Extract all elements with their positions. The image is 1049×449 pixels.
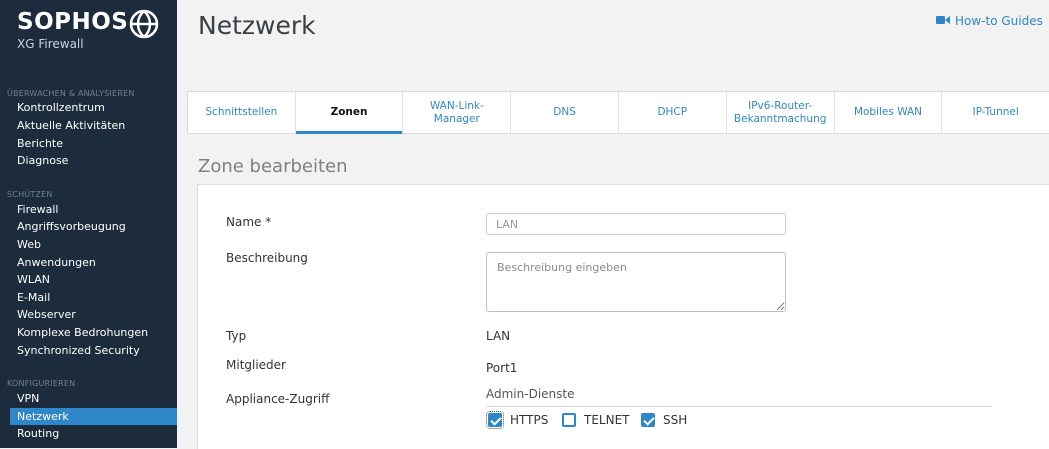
- admin-services-label: Admin-Dienste: [486, 387, 575, 401]
- tab-schnittstellen[interactable]: Schnittstellen: [188, 92, 296, 133]
- sidebar-item-angriffsvorbeugung[interactable]: Angriffsvorbeugung: [0, 218, 177, 235]
- tab-dns[interactable]: DNS: [511, 92, 619, 133]
- sidebar-item-komplexe-bedrohungen[interactable]: Komplexe Bedrohungen: [0, 324, 177, 341]
- tab-ip-tunnel[interactable]: IP-Tunnel: [942, 92, 1049, 133]
- howto-guides-link[interactable]: How-to Guides: [936, 14, 1043, 28]
- sidebar-item-email[interactable]: E-Mail: [0, 289, 177, 306]
- sidebar-item-anwendungen[interactable]: Anwendungen: [0, 254, 177, 271]
- type-label: Typ: [226, 329, 247, 343]
- tab-ipv6-router-bekanntmachung[interactable]: IPv6-Router-Bekanntmachung: [727, 92, 835, 133]
- telnet-checkbox-row[interactable]: TELNET: [562, 413, 630, 427]
- howto-guides-label: How-to Guides: [955, 14, 1043, 28]
- tab-bar: Schnittstellen Zonen WAN-Link-Manager DN…: [187, 91, 1049, 134]
- page-title: Netzwerk: [198, 11, 316, 40]
- description-field[interactable]: [486, 252, 786, 312]
- members-label: Mitglieder: [226, 358, 286, 372]
- sidebar-item-diagnose[interactable]: Diagnose: [0, 152, 177, 169]
- nav-section-configure: KONFIGURIEREN: [7, 379, 76, 388]
- sidebar-item-netzwerk[interactable]: Netzwerk: [10, 408, 177, 425]
- nav-section-monitor: ÜBERWACHEN & ANALYSIEREN: [7, 89, 135, 98]
- video-camera-icon: [936, 14, 950, 28]
- ssh-label: SSH: [663, 413, 688, 427]
- sidebar-item-web[interactable]: Web: [0, 236, 177, 253]
- brand-name: SOPHOS: [17, 9, 129, 35]
- sidebar-item-firewall[interactable]: Firewall: [0, 201, 177, 218]
- tab-zonen[interactable]: Zonen: [295, 92, 404, 134]
- sidebar-item-vpn[interactable]: VPN: [0, 390, 177, 407]
- name-label: Name *: [226, 215, 272, 229]
- section-title: Zone bearbeiten: [198, 156, 348, 177]
- sidebar-item-aktuelle-aktivitaeten[interactable]: Aktuelle Aktivitäten: [0, 117, 177, 134]
- ssh-checkbox-row[interactable]: SSH: [641, 413, 687, 427]
- brand-product: XG Firewall: [17, 37, 84, 51]
- globe-icon: [128, 8, 160, 44]
- zone-edit-form: Name * Beschreibung Typ LAN Mitglieder P…: [197, 184, 1049, 449]
- sidebar-item-berichte[interactable]: Berichte: [0, 135, 177, 152]
- nav-section-protect: SCHÜTZEN: [7, 190, 53, 199]
- name-field[interactable]: [486, 213, 786, 235]
- telnet-label: TELNET: [584, 413, 630, 427]
- description-label: Beschreibung: [226, 251, 308, 265]
- appliance-access-label: Appliance-Zugriff: [226, 392, 330, 406]
- tab-wan-link-manager[interactable]: WAN-Link-Manager: [403, 92, 512, 133]
- sidebar-item-routing[interactable]: Routing: [0, 425, 177, 442]
- telnet-checkbox[interactable]: [562, 413, 576, 427]
- sidebar-item-wlan[interactable]: WLAN: [0, 271, 177, 288]
- sidebar-item-kontrollzentrum[interactable]: Kontrollzentrum: [0, 99, 177, 116]
- https-checkbox[interactable]: [486, 411, 504, 429]
- brand-logo: SOPHOS XG Firewall: [17, 9, 128, 51]
- divider: [486, 406, 992, 407]
- tab-mobiles-wan[interactable]: Mobiles WAN: [835, 92, 943, 133]
- https-label: HTTPS: [510, 413, 549, 427]
- type-value: LAN: [486, 329, 511, 343]
- ssh-checkbox[interactable]: [641, 413, 655, 427]
- tab-dhcp[interactable]: DHCP: [619, 92, 727, 133]
- sidebar-item-synchronized-security[interactable]: Synchronized Security: [0, 342, 177, 359]
- https-checkbox-row[interactable]: HTTPS: [486, 411, 549, 429]
- members-value: Port1: [486, 361, 518, 375]
- sidebar-item-webserver[interactable]: Webserver: [0, 306, 177, 323]
- sidebar: SOPHOS XG Firewall ÜBERWACHEN & ANALYSIE…: [0, 0, 177, 448]
